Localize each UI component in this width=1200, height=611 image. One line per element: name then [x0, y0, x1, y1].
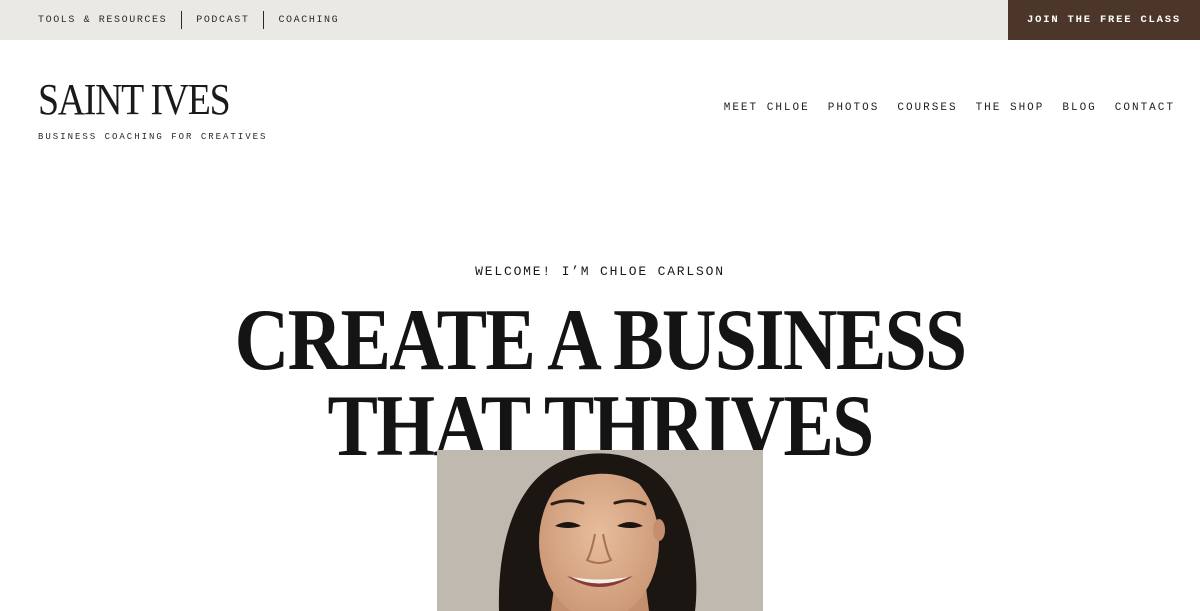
nav-blog[interactable]: BLOG: [1062, 102, 1096, 114]
link-podcast[interactable]: PODCAST: [196, 15, 249, 26]
hero-headline: CREATE A BUSINESS THAT THRIVES: [0, 292, 1200, 471]
hero-eyebrow: WELCOME! I’M CHLOE CARLSON: [475, 264, 725, 279]
nav-contact[interactable]: CONTACT: [1115, 102, 1175, 114]
portrait-photo: [437, 450, 763, 611]
logo-tagline: BUSINESS COACHING FOR CREATIVES: [38, 132, 268, 142]
top-utility-bar: TOOLS & RESOURCES PODCAST COACHING JOIN …: [0, 0, 1200, 40]
site-logo[interactable]: SAINT IVES BUSINESS COACHING FOR CREATIV…: [38, 75, 268, 143]
nav-photos[interactable]: PHOTOS: [828, 102, 880, 114]
link-tools-resources[interactable]: TOOLS & RESOURCES: [38, 15, 167, 26]
nav-the-shop[interactable]: THE SHOP: [976, 102, 1045, 114]
join-free-class-button[interactable]: JOIN THE FREE CLASS: [1008, 0, 1200, 40]
divider: [263, 11, 265, 29]
portrait-illustration: [437, 450, 763, 611]
link-coaching[interactable]: COACHING: [278, 15, 339, 26]
nav-courses[interactable]: COURSES: [897, 102, 957, 114]
headline-line-1: CREATE A BUSINESS: [234, 292, 967, 389]
divider: [181, 11, 183, 29]
nav-meet-chloe[interactable]: MEET CHLOE: [724, 102, 810, 114]
utility-links: TOOLS & RESOURCES PODCAST COACHING: [38, 0, 339, 40]
logo-title: SAINT IVES: [38, 75, 231, 124]
main-nav: MEET CHLOE PHOTOS COURSES THE SHOP BLOG …: [724, 102, 1175, 114]
